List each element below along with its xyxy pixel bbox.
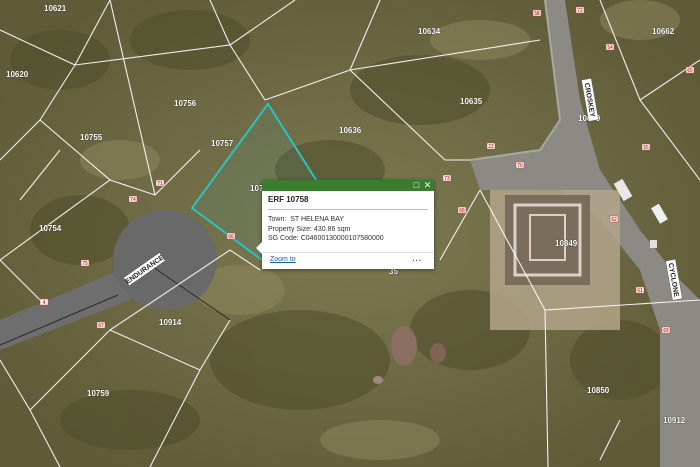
address-marker: 62 <box>609 215 619 223</box>
svg-text:71: 71 <box>157 181 163 187</box>
address-marker: 73 <box>442 174 452 182</box>
road-label-croskey: CROSKEY <box>583 82 596 118</box>
parcel-label[interactable]: 10636 <box>339 126 362 136</box>
parcel-label[interactable]: 10755 <box>80 133 103 143</box>
sg-value: C04600130000107580000 <box>300 235 384 242</box>
address-marker: 72 <box>575 6 585 14</box>
svg-text:72: 72 <box>577 8 583 14</box>
svg-text:74: 74 <box>130 197 136 203</box>
size-label: Property Size: <box>268 225 312 233</box>
svg-text:66: 66 <box>228 234 234 240</box>
svg-text:58: 58 <box>534 11 540 17</box>
parcel-label[interactable]: 10634 <box>418 27 441 37</box>
parcel-label[interactable]: 10759 <box>87 389 110 399</box>
parcel-label[interactable]: 10912 <box>663 416 686 426</box>
address-marker: 69 <box>661 326 671 334</box>
parcel-label[interactable]: 10620 <box>6 70 29 80</box>
svg-text:54: 54 <box>607 45 613 51</box>
svg-text:62: 62 <box>611 217 617 223</box>
svg-text:67: 67 <box>98 323 104 329</box>
svg-text:73: 73 <box>444 176 450 182</box>
address-marker: 74 <box>128 195 138 203</box>
road-label-endurance: ENDURANCE <box>125 254 166 286</box>
address-marker: 55 <box>641 143 651 151</box>
parcel-label[interactable]: 10754 <box>39 224 62 234</box>
town-label: Town: <box>268 216 287 223</box>
sg-label: SG Code: <box>268 235 299 242</box>
road-label-cyclone: CYCLONE <box>667 263 680 298</box>
zoom-to-link[interactable]: Zoom to <box>270 256 296 263</box>
svg-text:55: 55 <box>643 145 649 151</box>
parcel-label[interactable]: 10662 <box>652 27 675 37</box>
popup-sg-row: SG Code: C04600130000107580000 <box>268 234 428 244</box>
parcel-label[interactable]: 10850 <box>587 386 610 396</box>
svg-text:4: 4 <box>43 300 46 306</box>
close-icon[interactable]: ✕ <box>422 180 433 191</box>
address-marker: 67 <box>96 321 106 329</box>
address-marker: 75 <box>80 259 90 267</box>
parcel-label[interactable]: 10914 <box>159 318 182 328</box>
address-marker: 58 <box>532 9 542 17</box>
popup-title: ERF 10758 <box>268 195 428 210</box>
popup-header: □ ✕ <box>262 180 434 191</box>
address-marker: 65 <box>685 66 695 74</box>
address-marker: 71 <box>155 179 165 187</box>
svg-text:65: 65 <box>687 68 693 74</box>
address-marker: 4 <box>39 298 49 306</box>
popup-body: ERF 10758 Town: ST HELENA BAY Property S… <box>262 191 434 244</box>
more-options-button[interactable]: ... <box>412 254 422 263</box>
parcel-label[interactable]: 10757 <box>211 139 234 149</box>
maximize-icon[interactable]: □ <box>411 180 422 191</box>
address-marker: 68 <box>457 206 467 214</box>
svg-text:22: 22 <box>488 144 494 150</box>
address-marker: 54 <box>605 43 615 51</box>
address-marker: 61 <box>635 286 645 294</box>
parcel-label[interactable]: 10849 <box>555 239 578 249</box>
feature-popup: □ ✕ ERF 10758 Town: ST HELENA BAY Proper… <box>256 180 434 269</box>
parcel-label[interactable]: 10621 <box>44 4 67 14</box>
svg-text:61: 61 <box>637 288 643 294</box>
town-value: ST HELENA BAY <box>290 216 345 223</box>
address-marker: 70 <box>515 161 525 169</box>
map-view[interactable]: 10621 10634 10662 10620 10756 10635 1067… <box>0 0 700 467</box>
svg-text:68: 68 <box>459 208 465 214</box>
size-value: 430.86 sqm <box>313 225 351 233</box>
svg-text:69: 69 <box>663 328 669 334</box>
svg-text:75: 75 <box>82 261 88 267</box>
address-marker: 66 <box>226 232 236 240</box>
address-markers: 5854657174732266756245567696172706864 <box>39 6 695 334</box>
parcel-label[interactable]: 10635 <box>460 97 483 107</box>
parcel-label[interactable]: 10756 <box>174 99 197 109</box>
popup-size-row: Property Size: 430.86 sqm <box>268 225 428 235</box>
address-marker: 22 <box>486 142 496 150</box>
popup-footer: Zoom to ... <box>262 252 434 269</box>
popup-town-row: Town: ST HELENA BAY <box>268 215 428 225</box>
svg-text:70: 70 <box>517 163 523 169</box>
